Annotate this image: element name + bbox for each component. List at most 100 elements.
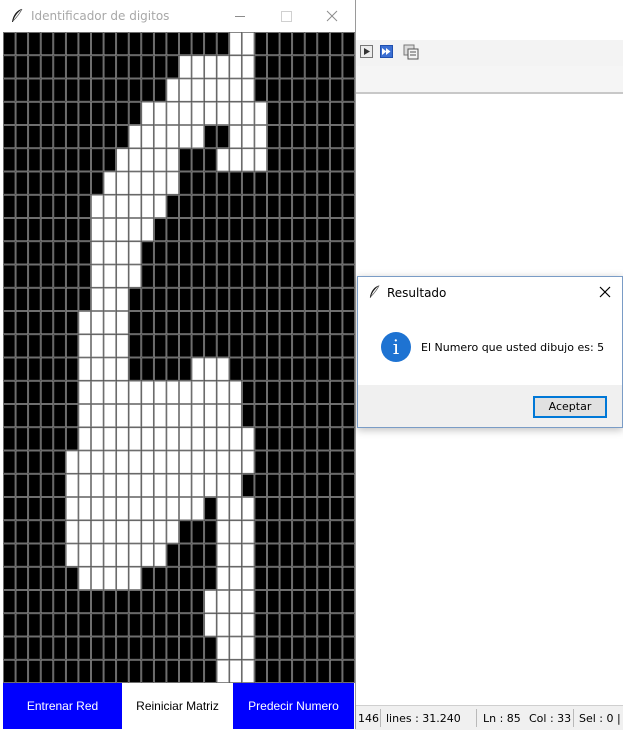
grid-cell[interactable] (229, 32, 242, 56)
grid-cell[interactable] (3, 287, 16, 311)
grid-cell[interactable] (40, 264, 54, 288)
grid-cell[interactable] (191, 287, 205, 311)
grid-cell[interactable] (254, 520, 267, 544)
grid-cell[interactable] (116, 357, 129, 381)
grid-cell[interactable] (103, 218, 117, 242)
grid-cell[interactable] (216, 171, 230, 195)
grid-cell[interactable] (116, 450, 129, 474)
grid-cell[interactable] (128, 334, 142, 358)
grid-cell[interactable] (267, 334, 280, 358)
grid-cell[interactable] (141, 334, 154, 358)
grid-cell[interactable] (103, 380, 117, 404)
grid-cell[interactable] (304, 404, 318, 428)
grid-cell[interactable] (15, 543, 29, 567)
grid-cell[interactable] (153, 450, 167, 474)
grid-cell[interactable] (65, 427, 79, 451)
grid-cell[interactable] (78, 241, 91, 265)
grid-cell[interactable] (267, 659, 280, 683)
grid-cell[interactable] (216, 566, 230, 590)
grid-cell[interactable] (103, 125, 117, 149)
grid-cell[interactable] (254, 125, 267, 149)
grid-cell[interactable] (342, 427, 355, 451)
grid-cell[interactable] (254, 171, 267, 195)
grid-cell[interactable] (153, 55, 167, 79)
grid-cell[interactable] (15, 497, 29, 521)
grid-cell[interactable] (342, 520, 355, 544)
grid-cell[interactable] (78, 287, 91, 311)
grid-cell[interactable] (128, 78, 142, 102)
grid-cell[interactable] (116, 241, 129, 265)
grid-cell[interactable] (304, 566, 318, 590)
grid-cell[interactable] (254, 613, 267, 637)
grid-cell[interactable] (65, 636, 79, 660)
grid-cell[interactable] (191, 497, 205, 521)
grid-cell[interactable] (40, 427, 54, 451)
grid-cell[interactable] (78, 659, 91, 683)
grid-cell[interactable] (128, 497, 142, 521)
grid-cell[interactable] (329, 55, 343, 79)
grid-cell[interactable] (304, 101, 318, 125)
grid-cell[interactable] (317, 194, 330, 218)
grid-cell[interactable] (179, 543, 192, 567)
grid-cell[interactable] (153, 659, 167, 683)
grid-cell[interactable] (216, 287, 230, 311)
grid-cell[interactable] (204, 450, 217, 474)
grid-cell[interactable] (342, 264, 355, 288)
grid-cell[interactable] (241, 543, 255, 567)
grid-cell[interactable] (241, 55, 255, 79)
grid-cell[interactable] (40, 473, 54, 497)
grid-cell[interactable] (342, 566, 355, 590)
grid-cell[interactable] (241, 497, 255, 521)
grid-cell[interactable] (342, 334, 355, 358)
grid-cell[interactable] (28, 497, 41, 521)
grid-cell[interactable] (304, 497, 318, 521)
grid-cell[interactable] (166, 264, 179, 288)
grid-cell[interactable] (128, 101, 142, 125)
grid-cell[interactable] (40, 125, 54, 149)
grid-cell[interactable] (317, 450, 330, 474)
grid-cell[interactable] (342, 473, 355, 497)
grid-cell[interactable] (279, 473, 293, 497)
grid-cell[interactable] (78, 218, 91, 242)
grid-cell[interactable] (241, 613, 255, 637)
grid-cell[interactable] (279, 287, 293, 311)
grid-cell[interactable] (116, 194, 129, 218)
grid-cell[interactable] (229, 78, 242, 102)
grid-cell[interactable] (141, 194, 154, 218)
grid-cell[interactable] (329, 287, 343, 311)
grid-cell[interactable] (279, 380, 293, 404)
grid-cell[interactable] (28, 241, 41, 265)
grid-cell[interactable] (267, 404, 280, 428)
grid-cell[interactable] (3, 241, 16, 265)
grid-cell[interactable] (267, 78, 280, 102)
grid-cell[interactable] (166, 473, 179, 497)
grid-cell[interactable] (329, 427, 343, 451)
grid-cell[interactable] (3, 334, 16, 358)
grid-cell[interactable] (304, 264, 318, 288)
grid-cell[interactable] (103, 194, 117, 218)
grid-cell[interactable] (204, 125, 217, 149)
grid-cell[interactable] (28, 334, 41, 358)
grid-cell[interactable] (78, 427, 91, 451)
grid-cell[interactable] (241, 404, 255, 428)
grid-cell[interactable] (116, 287, 129, 311)
grid-cell[interactable] (78, 473, 91, 497)
grid-cell[interactable] (40, 659, 54, 683)
grid-cell[interactable] (40, 148, 54, 172)
grid-cell[interactable] (229, 171, 242, 195)
grid-cell[interactable] (329, 613, 343, 637)
grid-cell[interactable] (153, 357, 167, 381)
grid-cell[interactable] (216, 357, 230, 381)
grid-cell[interactable] (103, 566, 117, 590)
grid-cell[interactable] (153, 566, 167, 590)
grid-cell[interactable] (179, 194, 192, 218)
grid-cell[interactable] (141, 32, 154, 56)
grid-cell[interactable] (78, 125, 91, 149)
grid-cell[interactable] (78, 32, 91, 56)
grid-cell[interactable] (241, 450, 255, 474)
grid-cell[interactable] (329, 78, 343, 102)
grid-cell[interactable] (254, 380, 267, 404)
grid-cell[interactable] (304, 520, 318, 544)
grid-cell[interactable] (216, 636, 230, 660)
grid-cell[interactable] (53, 357, 66, 381)
